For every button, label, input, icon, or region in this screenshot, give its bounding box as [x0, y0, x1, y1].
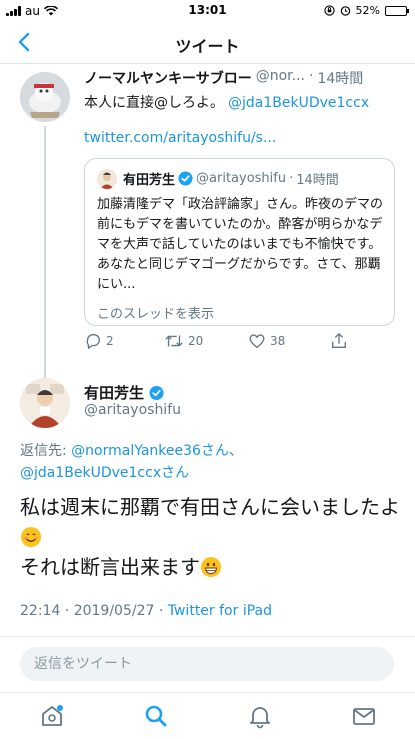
retweet-icon [165, 335, 183, 347]
reply-input[interactable] [20, 647, 394, 681]
main-text-line1: 私は週末に那覇で有田さんに会いました [20, 495, 380, 519]
quote-author-handle: @aritayoshifu [196, 171, 287, 186]
search-icon [145, 705, 167, 727]
reply-button[interactable]: 2 [84, 332, 114, 350]
envelope-icon [353, 708, 375, 725]
divider [0, 636, 415, 637]
tweet-datetime: 22:14 · 2019/05/27 · [20, 603, 168, 619]
tweet-time: 14時間 [317, 71, 364, 87]
quote-text: 加藤清隆デマ「政治評論家」さん。昨夜のデマの前にもデマを書いていたのか。酔客が明… [97, 197, 384, 292]
like-button[interactable]: 38 [248, 332, 285, 350]
main-tweet-text: 私は週末に那覇で有田さんに会いましたよ それは断言出来ます [20, 492, 405, 582]
share-button[interactable] [330, 332, 348, 350]
like-count: 38 [270, 334, 286, 348]
quote-header: 有田芳生 @aritayoshifu · 14時間 [123, 169, 339, 188]
tweet-header: ノーマルヤンキーサブロー @nor... · 14時間 [84, 68, 403, 88]
battery-icon [385, 5, 409, 16]
reply-to-mention[interactable]: @normalYankee36さん [71, 443, 229, 459]
main-avatar[interactable] [20, 378, 70, 428]
tweet-text: 本人に直接@しろよ。 @jda1BekUDve1ccx [84, 92, 369, 112]
quoted-tweet-card[interactable]: 有田芳生 @aritayoshifu · 14時間 加藤清隆デマ「政治評論家」さ… [84, 158, 395, 326]
main-author-name-row: 有田芳生 [84, 382, 164, 403]
reply-to-line: 返信先: @normalYankee36さん、 @jda1BekUDve1ccxさ… [20, 440, 400, 484]
page-title: ツイート [175, 37, 240, 56]
tweet-url-link[interactable]: twitter.com/aritayoshifu/s... [84, 130, 276, 146]
tweet-meta: 22:14 · 2019/05/27 · Twitter for iPad [20, 603, 272, 619]
heart-icon [249, 334, 265, 348]
main-author-handle[interactable]: @aritayoshifu [84, 402, 181, 418]
quote-avatar [97, 169, 117, 189]
retweet-button[interactable]: 20 [164, 332, 203, 350]
quote-author-name: 有田芳生 [123, 173, 176, 188]
home-icon [42, 705, 63, 726]
tweet-source-link[interactable]: Twitter for iPad [168, 603, 272, 619]
reply-icon [86, 334, 100, 349]
tab-notifications[interactable] [245, 701, 275, 731]
status-bar: au 13:01 52% [0, 0, 415, 22]
verified-badge-icon [178, 171, 193, 186]
verified-badge-icon [149, 385, 164, 401]
reply-to-separator: 、 [228, 443, 243, 459]
separator-dot: · [309, 68, 314, 84]
show-thread-link[interactable]: このスレッドを表示 [97, 303, 214, 322]
quote-time: 14時間 [296, 173, 339, 188]
tab-home[interactable] [37, 701, 67, 731]
orientation-lock-icon [323, 5, 335, 16]
reply-to-prefix: 返信先: [20, 443, 72, 459]
share-icon [332, 332, 346, 348]
reply-count: 2 [106, 334, 114, 348]
alarm-icon [340, 6, 350, 16]
retweet-count: 20 [188, 334, 204, 348]
main-author-name[interactable]: 有田芳生 [84, 382, 144, 403]
reply-to-mention[interactable]: @jda1BekUDve1ccxさん [20, 465, 189, 481]
separator-dot: · [289, 171, 294, 186]
tweet-text-body: 本人に直接@しろよ。 [84, 95, 224, 111]
main-text-line2: よ [380, 495, 400, 519]
tab-messages[interactable] [349, 701, 379, 731]
bell-icon [250, 707, 270, 729]
author-handle[interactable]: @nor... [256, 68, 305, 88]
battery-percent: 52% [355, 4, 380, 17]
navigation-header: ツイート [0, 22, 415, 64]
smiling-face-emoji-icon [20, 526, 42, 548]
grinning-face-emoji-icon [200, 556, 222, 578]
tab-bar [0, 692, 415, 739]
author-name[interactable]: ノーマルヤンキーサブロー [84, 68, 252, 88]
main-text-line3: それは断言出来ます [20, 555, 200, 579]
avatar[interactable] [20, 72, 70, 122]
reply-bar[interactable] [20, 647, 394, 681]
tab-search[interactable] [141, 701, 171, 731]
tweet-actions: 2 20 38 [84, 332, 384, 356]
mention-link[interactable]: @jda1BekUDve1ccx [228, 95, 369, 111]
